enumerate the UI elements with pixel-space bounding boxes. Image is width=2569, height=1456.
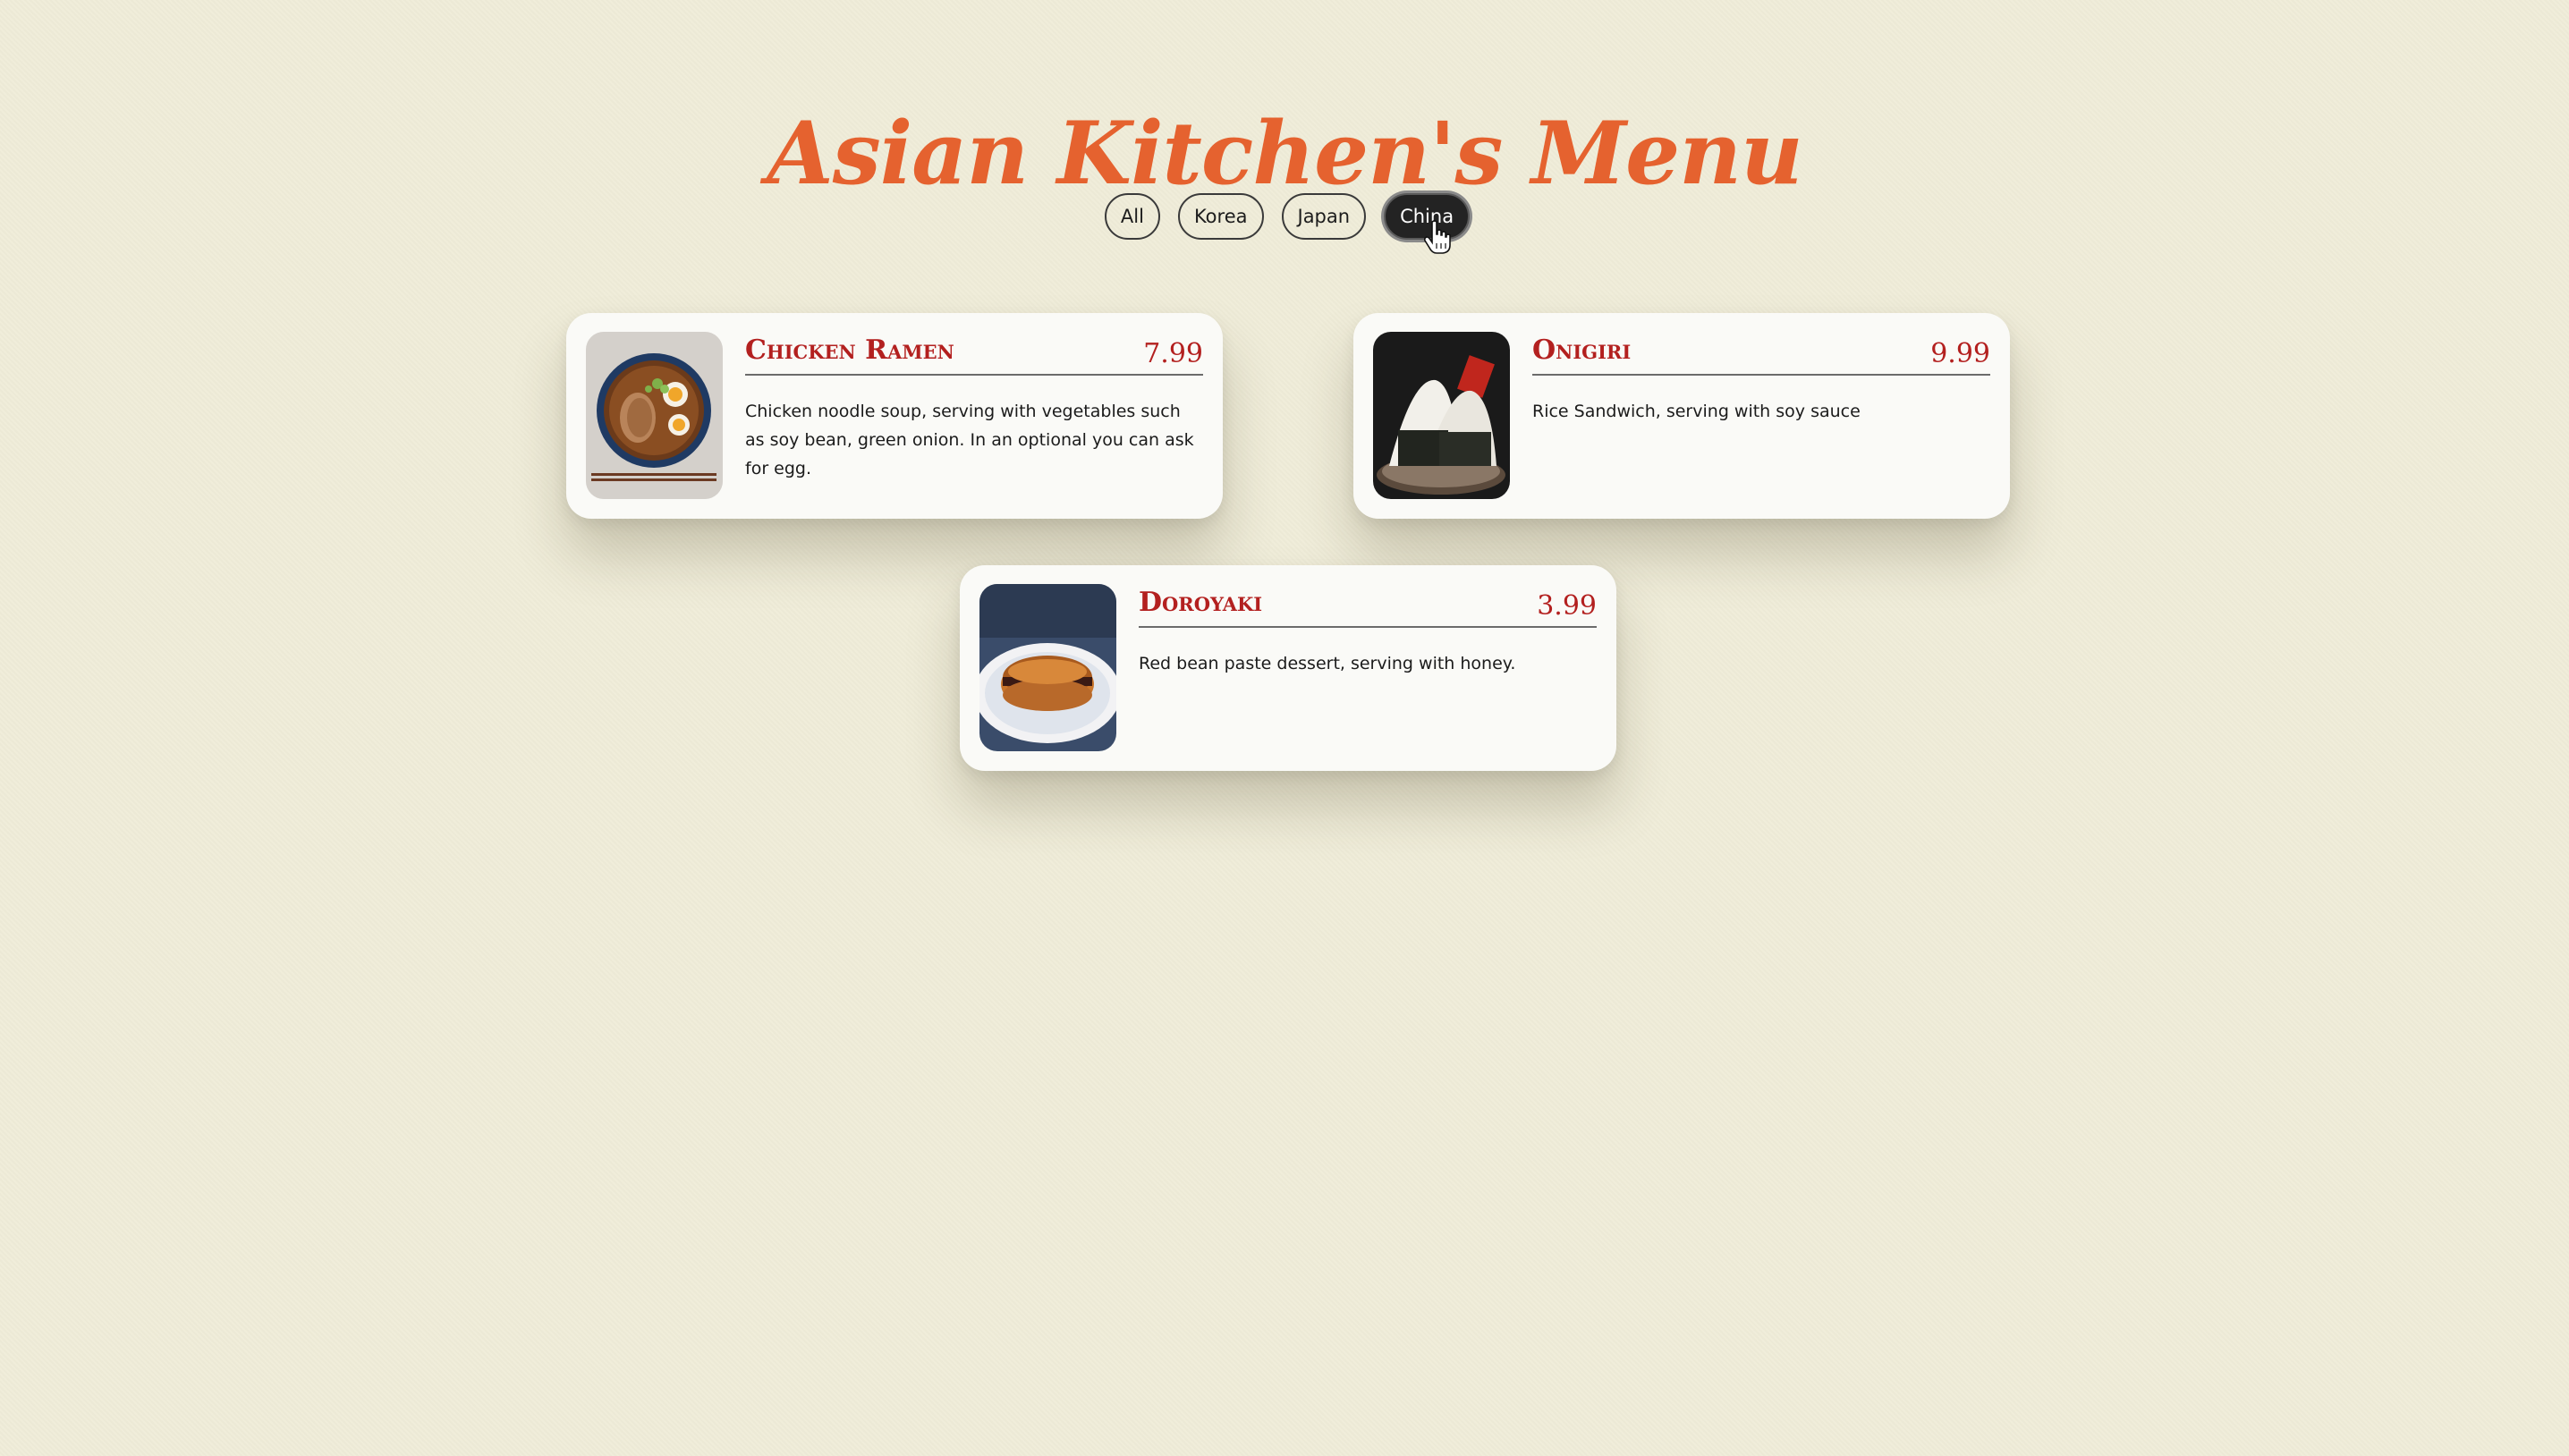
filter-china-button[interactable]: China bbox=[1384, 193, 1471, 240]
filter-japan-button[interactable]: Japan bbox=[1281, 193, 1367, 240]
item-description: Rice Sandwich, serving with soy sauce bbox=[1532, 402, 1861, 421]
item-name: Doroyaki bbox=[1139, 587, 1263, 618]
onigiri-photo bbox=[1373, 332, 1510, 499]
dorayaki-photo bbox=[979, 584, 1116, 751]
item-price: 3.99 bbox=[1537, 590, 1597, 622]
item-header: Doroyaki 3.99 bbox=[1139, 583, 1597, 628]
menu-item-card: Chicken Ramen 7.99 Chicken noodle soup, … bbox=[566, 313, 1223, 519]
filter-all-button[interactable]: All bbox=[1104, 193, 1160, 240]
item-name: Chicken Ramen bbox=[745, 334, 954, 366]
item-description: Chicken noodle soup, serving with vegeta… bbox=[745, 402, 1194, 478]
category-filter-bar: All Korea Japan China bbox=[0, 193, 2569, 240]
ramen-bowl-photo bbox=[586, 332, 723, 499]
filter-korea-button[interactable]: Korea bbox=[1177, 193, 1264, 240]
item-price: 7.99 bbox=[1143, 338, 1203, 369]
item-name: Onigiri bbox=[1532, 334, 1632, 366]
menu-item-card: Onigiri 9.99 Rice Sandwich, serving with… bbox=[1353, 313, 2010, 519]
item-header: Onigiri 9.99 bbox=[1532, 331, 1990, 376]
item-header: Chicken Ramen 7.99 bbox=[745, 331, 1203, 376]
menu-item-card: Doroyaki 3.99 Red bean paste dessert, se… bbox=[960, 565, 1616, 771]
item-price: 9.99 bbox=[1930, 338, 1990, 369]
item-description: Red bean paste dessert, serving with hon… bbox=[1139, 654, 1516, 673]
